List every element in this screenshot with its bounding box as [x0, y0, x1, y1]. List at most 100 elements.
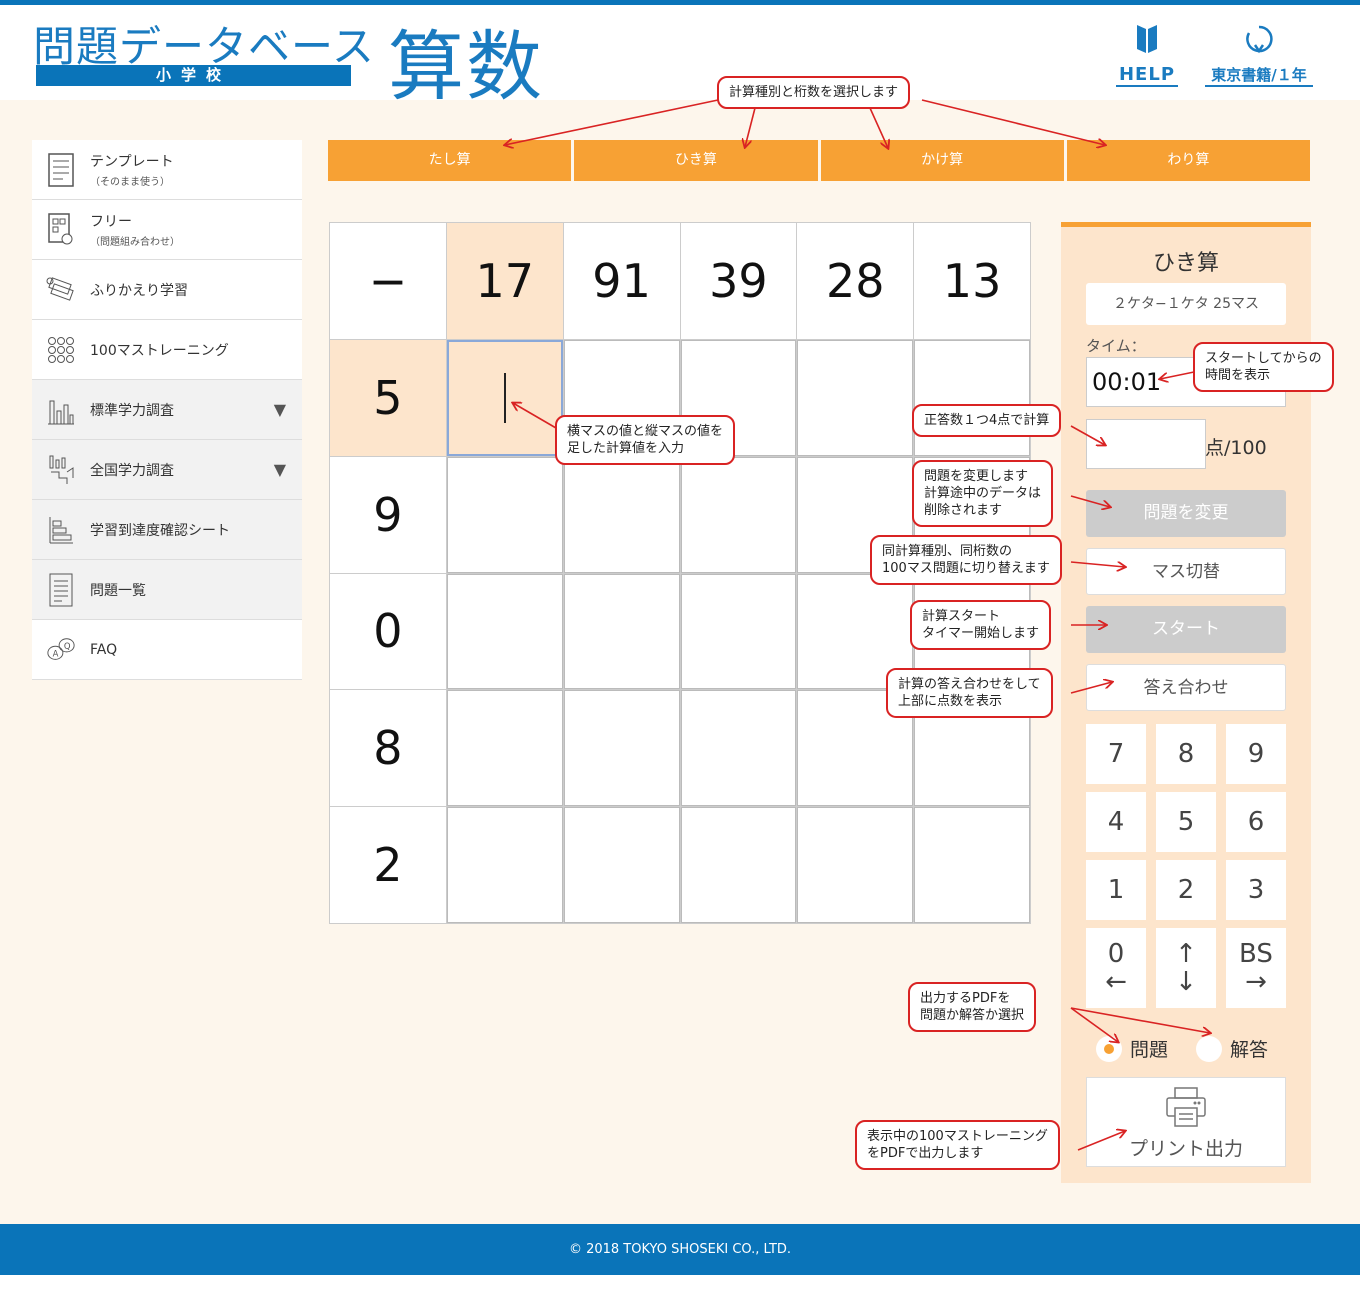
help-link[interactable]: HELP — [1116, 23, 1178, 87]
tab-subtraction[interactable]: ひき算 — [574, 140, 821, 181]
start-button[interactable]: スタート — [1086, 606, 1286, 653]
sidebar-item-sublabel: （そのまま使う） — [90, 177, 170, 188]
grid-top-header: 17 — [446, 223, 563, 339]
sidebar-item-label: 100マストレーニング — [90, 342, 229, 359]
grid-answer-cell[interactable] — [797, 339, 914, 456]
keypad-key-0-left[interactable]: 0 ← — [1086, 928, 1146, 1008]
keypad-key-7[interactable]: 7 — [1086, 724, 1146, 784]
tab-addition[interactable]: たし算 — [328, 140, 575, 181]
svg-text:Q: Q — [64, 641, 71, 651]
grid-answer-cell[interactable] — [914, 807, 1030, 923]
radio-answer[interactable]: 解答 — [1196, 1035, 1268, 1062]
grid-left-header: 8 — [330, 690, 446, 807]
sidebar-item-national-test[interactable]: 全国学力調査 ▼ — [32, 440, 302, 500]
help-label: HELP — [1116, 64, 1178, 87]
grid-top-header: 13 — [914, 223, 1030, 339]
help-book-icon — [1116, 23, 1178, 64]
dropdown-arrow-icon: ▼ — [273, 460, 286, 479]
flashcards-icon — [46, 273, 76, 307]
sidebar-item-100-mass[interactable]: 100マストレーニング — [32, 320, 302, 380]
grid-answer-cell[interactable] — [563, 690, 680, 807]
keypad-key-9[interactable]: 9 — [1226, 724, 1286, 784]
keypad-key-2[interactable]: 2 — [1156, 860, 1216, 920]
grid-left-header: 9 — [330, 456, 446, 573]
number-keypad: 7 8 9 4 5 6 1 2 3 0 ← ↑ ↓ BS → — [1086, 724, 1286, 1008]
grid-answer-cell[interactable] — [680, 456, 797, 573]
time-label: タイム： — [1086, 337, 1146, 355]
sidebar-item-label: 問題一覧 — [90, 582, 146, 599]
key-label: 2 — [1177, 875, 1195, 905]
key-label: 6 — [1247, 807, 1265, 837]
bar-chart-icon — [46, 393, 76, 427]
keypad-key-3[interactable]: 3 — [1226, 860, 1286, 920]
up-arrow-icon: ↑ — [1175, 939, 1197, 969]
keypad-key-1[interactable]: 1 — [1086, 860, 1146, 920]
grid-answer-cell[interactable] — [680, 807, 797, 923]
sidebar-item-achievement-sheet[interactable]: 学習到達度確認シート — [32, 500, 302, 560]
key-label: 7 — [1107, 739, 1125, 769]
publisher-grade-link[interactable]: 東京書籍/１年 — [1205, 23, 1313, 87]
sidebar-item-review[interactable]: ふりかえり学習 — [32, 260, 302, 320]
tab-division[interactable]: わり算 — [1066, 140, 1310, 181]
subject-title: 算数 — [388, 22, 544, 111]
grid-answer-cell[interactable] — [914, 339, 1030, 456]
stepped-sheet-icon — [46, 513, 76, 547]
footer-copyright: © 2018 TOKYO SHOSEKI CO., LTD. — [568, 1242, 792, 1257]
print-output-button[interactable]: プリント出力 — [1086, 1077, 1286, 1167]
callout-timer: スタートしてからの 時間を表示 — [1193, 342, 1334, 392]
grid-operator: − — [330, 223, 446, 339]
grid-left-header: 0 — [330, 573, 446, 690]
callout-switch: 同計算種別、同桁数の 100マス問題に切り替えます — [870, 535, 1062, 585]
document-list-icon — [46, 573, 76, 607]
sidebar-item-label: FAQ — [90, 641, 118, 658]
callout-score: 正答数１つ4点で計算 — [912, 404, 1062, 437]
keypad-key-4[interactable]: 4 — [1086, 792, 1146, 852]
sidebar-item-free[interactable]: フリー （問題組み合わせ） — [32, 200, 302, 260]
operation-tabs: たし算 ひき算 かけ算 わり算 — [328, 140, 1310, 181]
grid-left-header: 2 — [330, 807, 446, 923]
radio-answer-label: 解答 — [1230, 1039, 1269, 1061]
callout-check: 計算の答え合わせをして 上部に点数を表示 — [886, 668, 1053, 718]
keypad-key-6[interactable]: 6 — [1226, 792, 1286, 852]
sidebar-item-label: 標準学力調査 — [90, 402, 174, 419]
radio-problem-label: 問題 — [1130, 1039, 1169, 1061]
key-label: 4 — [1107, 807, 1125, 837]
problem-type-label: ２ケタ−１ケタ 25マス — [1086, 283, 1286, 325]
right-arrow-icon: → — [1245, 967, 1267, 997]
grid-answer-cell[interactable] — [446, 807, 563, 923]
keypad-key-8[interactable]: 8 — [1156, 724, 1216, 784]
switch-grid-button[interactable]: マス切替 — [1086, 548, 1286, 595]
sidebar-item-label: ふりかえり学習 — [90, 282, 188, 299]
sidebar-free-text: フリー （問題組み合わせ） — [90, 211, 180, 248]
free-combine-icon — [46, 212, 76, 247]
number-grid-icon — [46, 333, 76, 367]
sidebar-item-label: テンプレート — [90, 154, 174, 170]
faq-speech-icon: AQ — [46, 633, 76, 667]
keypad-key-backspace-right[interactable]: BS → — [1226, 928, 1286, 1008]
grid-answer-cell[interactable] — [797, 807, 914, 923]
radio-problem[interactable]: 問題 — [1096, 1035, 1168, 1062]
sidebar-item-problem-list[interactable]: 問題一覧 — [32, 560, 302, 620]
check-answers-button[interactable]: 答え合わせ — [1086, 664, 1286, 711]
grid-answer-cell[interactable] — [680, 573, 797, 690]
keypad-key-5[interactable]: 5 — [1156, 792, 1216, 852]
change-problem-button[interactable]: 問題を変更 — [1086, 490, 1286, 537]
grid-answer-cell-active[interactable] — [446, 339, 563, 456]
callout-pdf-type: 出力するPDFを 問題か解答か選択 — [908, 982, 1037, 1032]
sidebar-item-standard-test[interactable]: 標準学力調査 ▼ — [32, 380, 302, 440]
grid-answer-cell[interactable] — [563, 573, 680, 690]
grid-answer-cell[interactable] — [563, 456, 680, 573]
publisher-grade-label: 東京書籍/１年 — [1205, 64, 1313, 87]
keypad-key-up-down[interactable]: ↑ ↓ — [1156, 928, 1216, 1008]
grid-answer-cell[interactable] — [446, 690, 563, 807]
sidebar-item-template[interactable]: テンプレート （そのまま使う） — [32, 140, 302, 200]
grid-answer-cell[interactable] — [446, 573, 563, 690]
grid-answer-cell[interactable] — [680, 690, 797, 807]
key-label: 0 — [1107, 939, 1125, 969]
grid-answer-cell[interactable] — [563, 807, 680, 923]
tab-multiplication[interactable]: かけ算 — [820, 140, 1067, 181]
svg-text:A: A — [53, 648, 59, 658]
key-label: 9 — [1247, 739, 1265, 769]
sidebar-item-faq[interactable]: AQ FAQ — [32, 620, 302, 680]
grid-answer-cell[interactable] — [446, 456, 563, 573]
